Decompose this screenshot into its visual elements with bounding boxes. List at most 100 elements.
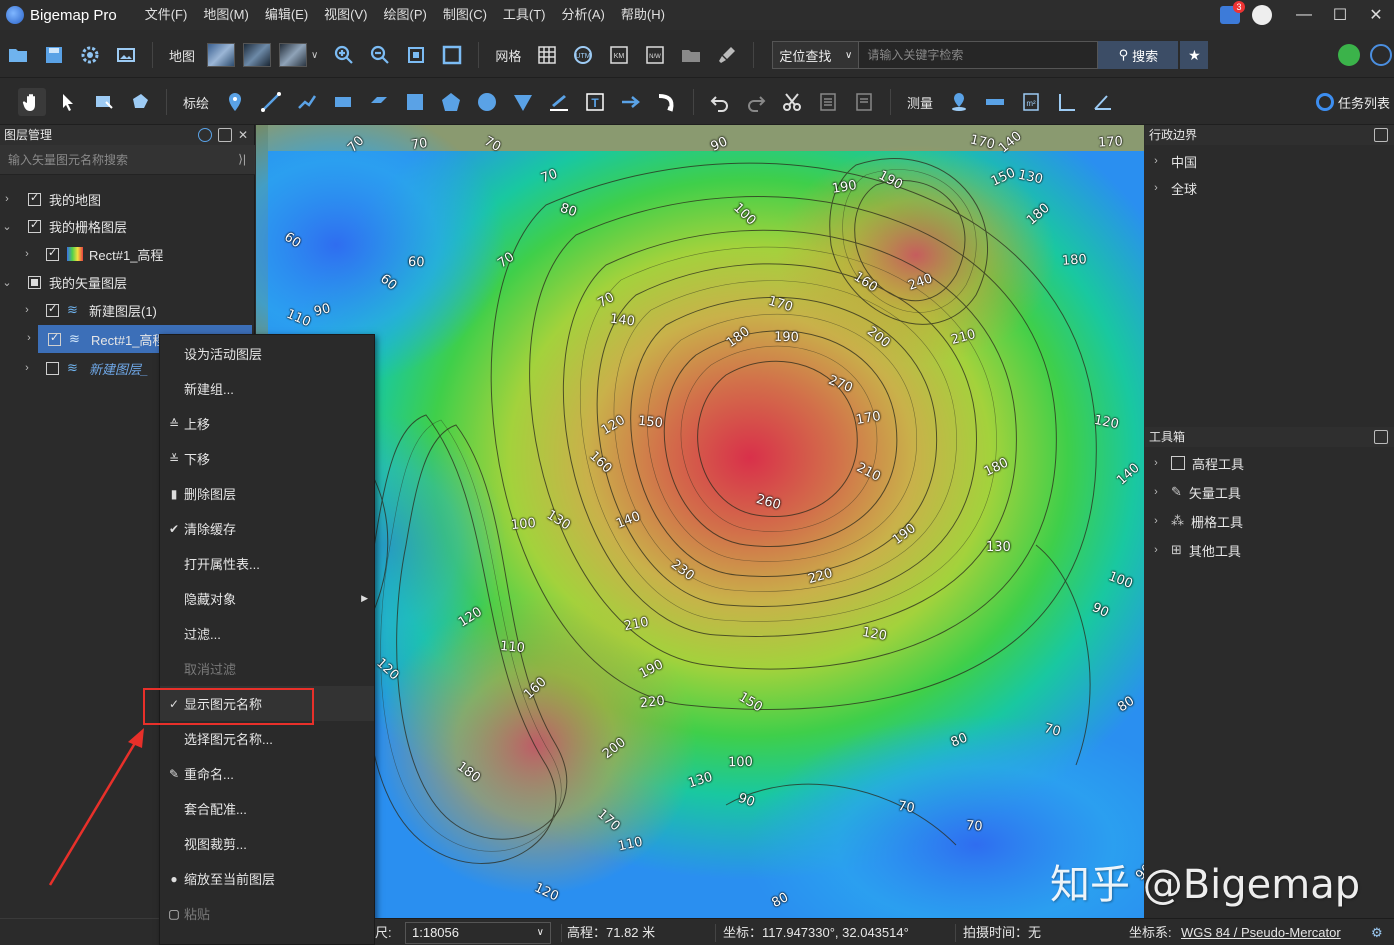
measure-angle-icon[interactable]	[1053, 88, 1081, 116]
wechat-icon[interactable]	[1338, 44, 1360, 66]
maximize-button[interactable]: ☐	[1322, 0, 1358, 30]
layer-checkbox[interactable]	[28, 275, 41, 289]
context-menu-item[interactable]: 过滤...	[160, 616, 374, 651]
menu-map[interactable]: 地图(M)	[195, 0, 257, 30]
draw-polyline-icon[interactable]	[293, 88, 321, 116]
toolbox-item-other[interactable]: › ⊞ 其他工具	[1145, 536, 1241, 564]
context-menu-item[interactable]: 打开属性表...	[160, 546, 374, 581]
nw-grid-icon[interactable]: N/W	[641, 41, 669, 69]
context-menu-item[interactable]: 选择图元名称...	[160, 721, 374, 756]
paste-icon[interactable]	[850, 88, 878, 116]
context-menu-item[interactable]: 隐藏对象 ▶	[160, 581, 374, 616]
folder-grid-icon[interactable]	[677, 41, 705, 69]
map-canvas[interactable]: 70 70 70 90 170 140 170 60 70 80 70 60 60 90 110 70 140 1…	[256, 125, 1144, 918]
draw-text-underline-icon[interactable]	[545, 88, 573, 116]
menu-draw[interactable]: 绘图(P)	[376, 0, 435, 30]
locate-mode-select[interactable]: 定位查找 ∨	[773, 42, 860, 68]
chevron-down-icon[interactable]: ⌄	[2, 276, 12, 289]
tree-item-new-layer-1[interactable]: › ≋ 新建图层(1)	[0, 296, 255, 324]
panel-float-icon[interactable]	[1374, 430, 1388, 444]
layer-checkbox[interactable]	[28, 218, 41, 233]
context-menu-item[interactable]: 设为活动图层	[160, 336, 374, 371]
context-menu-item[interactable]: ✔ 清除缓存	[160, 511, 374, 546]
redo-icon[interactable]	[742, 88, 770, 116]
collapse-icon[interactable]: ⟩|	[238, 152, 246, 166]
menu-file[interactable]: 文件(F)	[137, 0, 196, 30]
zoom-out-icon[interactable]	[366, 41, 394, 69]
avatar[interactable]	[1252, 5, 1272, 25]
save-icon[interactable]	[40, 41, 68, 69]
panel-float-icon[interactable]	[1374, 128, 1388, 142]
measure-point-icon[interactable]	[945, 88, 973, 116]
zoom-in-icon[interactable]	[330, 41, 358, 69]
settings-gear-icon[interactable]	[76, 41, 104, 69]
context-menu-item[interactable]: ● 缩放至当前图层	[160, 861, 374, 896]
chevron-right-icon[interactable]: ›	[1151, 544, 1161, 556]
text-label-icon[interactable]: T	[581, 88, 609, 116]
draw-pentagon-icon[interactable]	[437, 88, 465, 116]
cut-scissors-icon[interactable]	[778, 88, 806, 116]
select-rect-icon[interactable]	[90, 88, 118, 116]
full-extent-icon[interactable]	[438, 41, 466, 69]
map-thumbnail-2[interactable]	[243, 43, 272, 67]
panel-float-icon[interactable]	[217, 128, 232, 142]
chevron-right-icon[interactable]: ›	[22, 304, 32, 316]
context-menu-item[interactable]: ✎ 重命名...	[160, 756, 374, 791]
toolbox-item-raster[interactable]: › ⁂ 栅格工具	[1145, 507, 1243, 535]
km-grid-icon[interactable]: KM	[605, 41, 633, 69]
support-icon[interactable]	[1370, 44, 1392, 66]
tree-item-raster-layers[interactable]: ⌄ 我的栅格图层	[0, 212, 255, 240]
layer-checkbox[interactable]	[46, 361, 59, 375]
copy-icon[interactable]	[814, 88, 842, 116]
panel-search-icon[interactable]	[197, 128, 212, 142]
settings-gear-icon[interactable]: ⚙	[1371, 919, 1383, 945]
menu-view[interactable]: 视图(V)	[316, 0, 375, 30]
panel-close-icon[interactable]: ✕	[238, 125, 248, 145]
task-list-button[interactable]: 任务列表	[1315, 93, 1390, 112]
search-button[interactable]: ⚲ 搜索	[1098, 41, 1179, 69]
map-thumbnail-1[interactable]	[207, 43, 236, 67]
context-menu-item[interactable]: ≚ 下移	[160, 441, 374, 476]
chevron-right-icon[interactable]: ›	[22, 362, 32, 374]
menu-cartography[interactable]: 制图(C)	[435, 0, 495, 30]
brush-clear-icon[interactable]	[713, 41, 741, 69]
context-menu-item[interactable]: 视图裁剪...	[160, 826, 374, 861]
menu-analysis[interactable]: 分析(A)	[554, 0, 613, 30]
menu-tools[interactable]: 工具(T)	[495, 0, 554, 30]
layer-checkbox[interactable]	[46, 246, 59, 261]
layer-search-input[interactable]	[0, 145, 255, 175]
chevron-right-icon[interactable]: ›	[1151, 515, 1161, 527]
scale-select[interactable]: 1:18056 ∨	[405, 922, 551, 944]
menu-help[interactable]: 帮助(H)	[613, 0, 673, 30]
select-polygon-icon[interactable]	[126, 88, 154, 116]
image-export-icon[interactable]	[112, 41, 140, 69]
draw-circle-icon[interactable]	[473, 88, 501, 116]
draw-square-icon[interactable]	[401, 88, 429, 116]
chevron-right-icon[interactable]: ›	[1151, 155, 1161, 167]
admin-item-global[interactable]: › 全球	[1145, 174, 1197, 202]
context-menu-item[interactable]: 套合配准...	[160, 791, 374, 826]
draw-arrow-icon[interactable]	[617, 88, 645, 116]
context-menu-item[interactable]: ≙ 上移	[160, 406, 374, 441]
admin-item-china[interactable]: › 中国	[1145, 147, 1197, 175]
layer-checkbox[interactable]	[46, 302, 59, 317]
keyword-search-input[interactable]	[859, 42, 1098, 68]
toolbox-item-elevation[interactable]: › 高程工具	[1145, 449, 1244, 477]
chevron-down-icon[interactable]: ∨	[311, 50, 318, 61]
pan-hand-icon[interactable]	[18, 88, 46, 116]
grid-icon[interactable]	[533, 41, 561, 69]
chevron-right-icon[interactable]: ›	[24, 332, 34, 344]
chevron-down-icon[interactable]: ⌄	[2, 220, 12, 233]
tree-item-my-map[interactable]: › 我的地图	[0, 185, 255, 213]
message-icon[interactable]: 3	[1220, 1, 1245, 24]
tree-item-vector-layers[interactable]: ⌄ 我的矢量图层	[0, 268, 255, 296]
draw-line-icon[interactable]	[257, 88, 285, 116]
select-arrow-icon[interactable]	[54, 88, 82, 116]
undo-icon[interactable]	[706, 88, 734, 116]
chevron-right-icon[interactable]: ›	[2, 193, 12, 205]
marker-pin-icon[interactable]	[221, 88, 249, 116]
favorite-star-icon[interactable]: ★	[1180, 41, 1209, 69]
layer-checkbox[interactable]	[48, 331, 61, 346]
measure-azimuth-icon[interactable]	[1089, 88, 1117, 116]
draw-shape-icon[interactable]	[365, 88, 393, 116]
